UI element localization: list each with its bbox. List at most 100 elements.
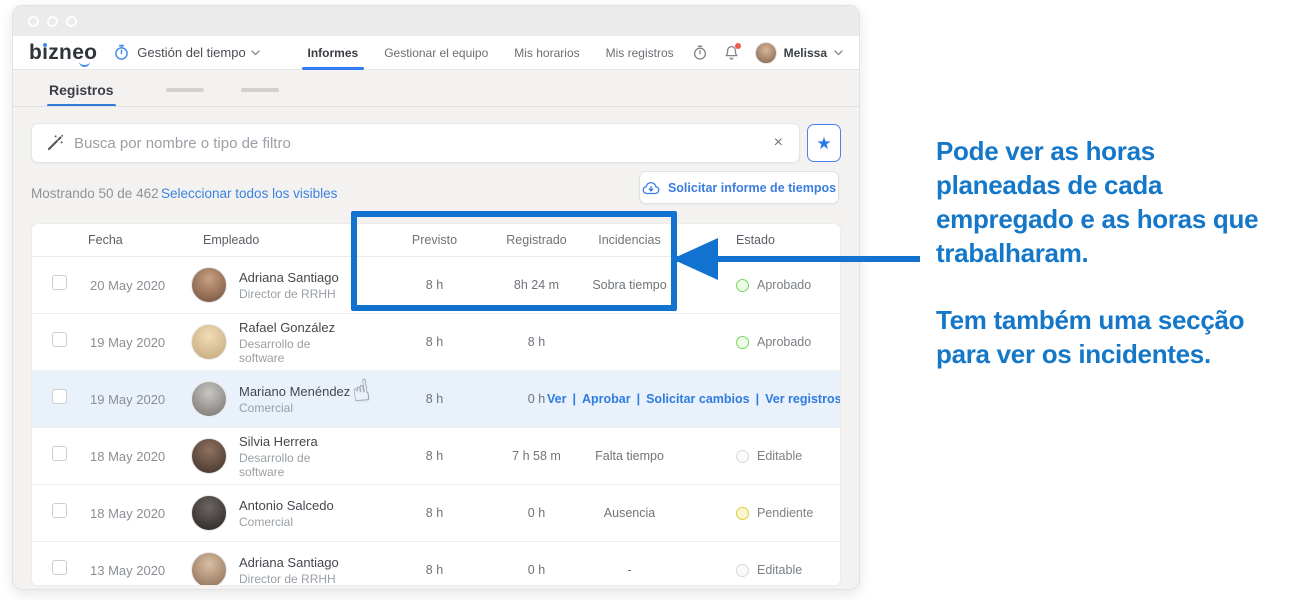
- table-row[interactable]: 18 May 2020 Silvia Herrera Desarrollo de…: [32, 428, 840, 485]
- status-label: Editable: [757, 563, 802, 577]
- row-checkbox[interactable]: [52, 503, 67, 518]
- row-action-link[interactable]: Ver: [547, 392, 566, 406]
- row-employee: Silvia Herrera Desarrollo de software: [189, 434, 359, 479]
- row-incident: Ausencia: [569, 506, 674, 520]
- row-actions: Ver|Aprobar|Solicitar cambios|Ver regist…: [547, 371, 834, 427]
- table-row[interactable]: 19 May 2020 Rafael González Desarrollo d…: [32, 314, 840, 371]
- search-input[interactable]: [74, 135, 762, 152]
- row-status: Editable: [674, 563, 828, 577]
- bizneo-logo[interactable]: bizneo: [29, 42, 97, 63]
- status-dot-icon: [736, 279, 749, 292]
- nav-item-gestionar-equipo[interactable]: Gestionar el equipo: [384, 36, 488, 70]
- employee-name: Mariano Menéndez: [239, 384, 350, 399]
- cloud-download-icon: [642, 181, 660, 195]
- employee-avatar: [191, 552, 227, 586]
- action-separator: |: [637, 392, 641, 406]
- logo-blue-dot: [43, 43, 47, 47]
- status-dot-icon: [736, 450, 749, 463]
- annotation-arrow-head: [672, 238, 718, 280]
- row-incident: -: [569, 563, 674, 577]
- results-count: Mostrando 50 de 462: [31, 186, 159, 201]
- row-checkbox[interactable]: [52, 389, 67, 404]
- notifications-bell-icon[interactable]: [724, 45, 739, 61]
- row-date: 20 May 2020: [84, 278, 189, 293]
- table-row[interactable]: 18 May 2020 Antonio Salcedo Comercial 8 …: [32, 485, 840, 542]
- employee-avatar: [191, 267, 227, 303]
- row-planned-hours: 8 h: [359, 392, 464, 406]
- status-dot-icon: [736, 336, 749, 349]
- row-status: Pendiente: [674, 506, 828, 520]
- status-label: Pendiente: [757, 506, 813, 520]
- window-control-close[interactable]: [28, 16, 39, 27]
- row-planned-hours: 8 h: [359, 506, 464, 520]
- row-status: Editable: [674, 449, 828, 463]
- logo-blue-arc: [79, 61, 90, 67]
- request-report-label: Solicitar informe de tiempos: [668, 181, 836, 195]
- chevron-down-icon[interactable]: [251, 50, 260, 56]
- main-nav: Informes Gestionar el equipo Mis horario…: [308, 36, 674, 70]
- row-incident: Falta tiempo: [569, 449, 674, 463]
- employee-name: Rafael González: [239, 320, 359, 335]
- row-status: Aprobado: [674, 278, 828, 292]
- annotation-paragraph-2: Tem também uma secção para ver os incide…: [936, 303, 1270, 371]
- employee-name: Adriana Santiago: [239, 270, 339, 285]
- table-row[interactable]: 13 May 2020 Adriana Santiago Director de…: [32, 542, 840, 586]
- row-status: Aprobado: [674, 335, 828, 349]
- row-checkbox[interactable]: [52, 275, 67, 290]
- favorite-filter-button[interactable]: ★: [807, 124, 841, 162]
- window-titlebar: [13, 6, 859, 36]
- tab-registros[interactable]: Registros: [49, 82, 114, 98]
- clock-icon[interactable]: [692, 45, 708, 61]
- user-name: Melissa: [784, 46, 827, 60]
- user-menu[interactable]: Melissa: [755, 42, 843, 64]
- window-control-maximize[interactable]: [66, 16, 77, 27]
- row-action-link[interactable]: Aprobar: [582, 392, 631, 406]
- row-date: 18 May 2020: [84, 449, 189, 464]
- employee-role: Comercial: [239, 515, 334, 529]
- nav-item-mis-horarios[interactable]: Mis horarios: [514, 36, 579, 70]
- status-label: Editable: [757, 449, 802, 463]
- marketing-screenshot: bizneo Gestión del tiempo Informes Gesti…: [0, 0, 1300, 600]
- row-incident: Sobra tiempo: [569, 278, 674, 292]
- row-date: 18 May 2020: [84, 506, 189, 521]
- window-control-minimize[interactable]: [47, 16, 58, 27]
- row-checkbox[interactable]: [52, 332, 67, 347]
- browser-window: bizneo Gestión del tiempo Informes Gesti…: [12, 5, 860, 590]
- table-body: 20 May 2020 Adriana Santiago Director de…: [32, 257, 840, 586]
- col-incidencias: Incidencias: [569, 233, 674, 247]
- row-employee: Rafael González Desarrollo de software: [189, 320, 359, 365]
- row-planned-hours: 8 h: [359, 278, 464, 292]
- product-name[interactable]: Gestión del tiempo: [137, 45, 245, 60]
- row-date: 19 May 2020: [84, 335, 189, 350]
- row-checkbox[interactable]: [52, 560, 67, 575]
- employee-role: Desarrollo de software: [239, 451, 359, 479]
- table-row[interactable]: 20 May 2020 Adriana Santiago Director de…: [32, 257, 840, 314]
- status-label: Aprobado: [757, 335, 811, 349]
- table-header-row: Fecha Empleado Previsto Registrado Incid…: [32, 224, 840, 257]
- star-icon: ★: [816, 135, 831, 152]
- select-all-link[interactable]: Seleccionar todos los visibles: [161, 186, 337, 201]
- nav-item-mis-registros[interactable]: Mis registros: [606, 36, 674, 70]
- action-separator: |: [572, 392, 576, 406]
- row-employee: Adriana Santiago Director de RRHH: [189, 552, 359, 586]
- employee-name: Adriana Santiago: [239, 555, 339, 570]
- employee-name: Antonio Salcedo: [239, 498, 334, 513]
- col-fecha: Fecha: [84, 233, 189, 247]
- row-action-link[interactable]: Solicitar cambios: [646, 392, 750, 406]
- status-dot-icon: [736, 564, 749, 577]
- table-row[interactable]: 19 May 2020 Mariano Menéndez Comercial 8…: [32, 371, 840, 428]
- row-planned-hours: 8 h: [359, 449, 464, 463]
- magic-wand-icon: [46, 134, 64, 152]
- request-report-button[interactable]: Solicitar informe de tiempos: [639, 171, 839, 204]
- status-label: Aprobado: [757, 278, 811, 292]
- employee-name: Silvia Herrera: [239, 434, 359, 449]
- nav-item-informes[interactable]: Informes: [308, 36, 359, 70]
- row-checkbox[interactable]: [52, 446, 67, 461]
- app-header: bizneo Gestión del tiempo Informes Gesti…: [13, 36, 859, 70]
- row-recorded-hours: 0 h: [464, 563, 569, 577]
- employee-avatar: [191, 381, 227, 417]
- row-planned-hours: 8 h: [359, 563, 464, 577]
- row-employee: Antonio Salcedo Comercial: [189, 495, 359, 531]
- row-action-link[interactable]: Ver registros: [765, 392, 841, 406]
- clear-search-icon[interactable]: ×: [772, 135, 785, 151]
